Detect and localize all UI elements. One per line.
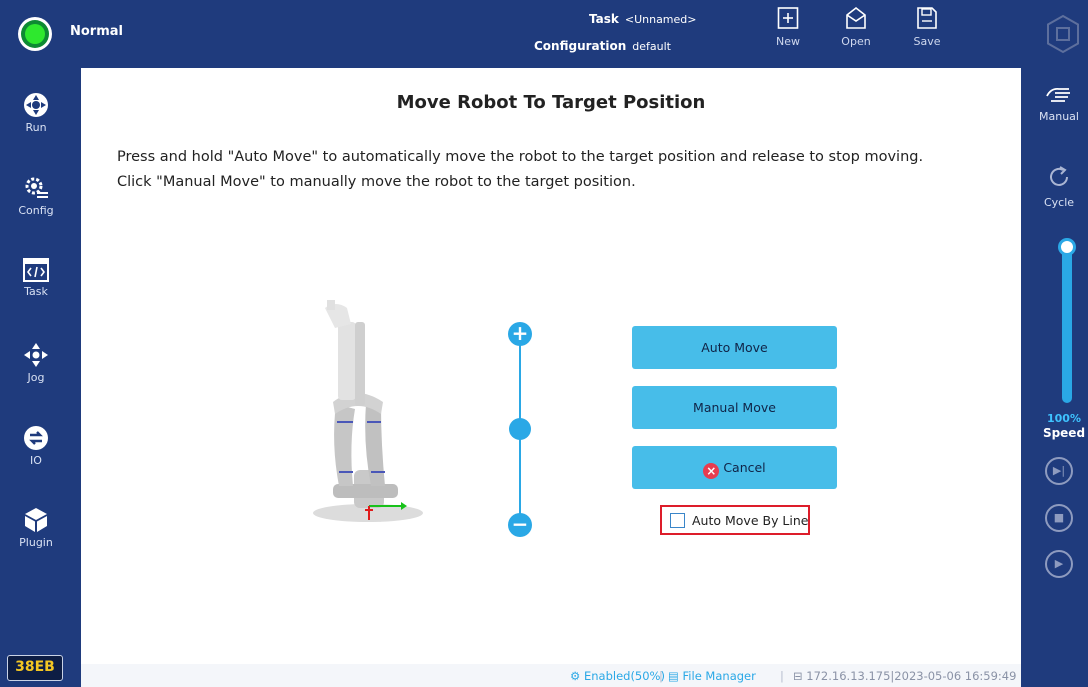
config-gear-icon	[25, 177, 48, 198]
slider-minus-button[interactable]: −	[508, 513, 532, 537]
file-manager-icon: ▤	[668, 669, 683, 683]
play-icon: ▶	[1054, 557, 1064, 570]
right-nav: Manual Cycle	[1030, 68, 1088, 687]
auto-move-button[interactable]: Auto Move	[632, 326, 837, 369]
slider-plus-button[interactable]: +	[508, 322, 532, 346]
nav-jog-label: Jog	[27, 371, 45, 384]
speed-slider-handle[interactable]	[1058, 238, 1076, 256]
nav-item-run[interactable]: Run	[0, 80, 72, 150]
stop-button[interactable]: ■	[1045, 504, 1073, 532]
status-bar: ⚙ Enabled(50%) | ▤ File Manager | ⊟ 172.…	[81, 664, 1021, 687]
cycle-icon	[1050, 166, 1068, 186]
top-bar: Normal Task <Unnamed> Configuration defaul…	[0, 0, 1088, 68]
network-info: ⊟ 172.16.13.175|2023-05-06 16:59:49	[793, 669, 1016, 683]
speed-slider-track[interactable]	[1062, 245, 1072, 403]
task-info: Task <Unnamed>	[589, 12, 697, 26]
network-icon: ⊟	[793, 669, 807, 683]
page-title: Move Robot To Target Position	[396, 92, 706, 113]
nav-plugin-label: Plugin	[19, 536, 53, 549]
left-nav: Run Config Task Jog IO Plugin 38EB	[0, 68, 72, 687]
main-panel: Move Robot To Target Position Press and …	[81, 68, 1021, 664]
task-code-icon	[23, 258, 49, 282]
step-button[interactable]: ▶|	[1045, 457, 1073, 485]
device-id-badge: 38EB	[7, 655, 63, 681]
instruction-auto-move: Press and hold "Auto Move" to automatica…	[117, 149, 924, 165]
save-label: Save	[913, 35, 941, 48]
play-button[interactable]: ▶	[1045, 550, 1073, 578]
ip-time-text: 172.16.13.175|2023-05-06 16:59:49	[806, 669, 1017, 683]
file-manager-link[interactable]: ▤ File Manager	[668, 669, 756, 683]
nav-io-label: IO	[30, 454, 42, 467]
nav-item-config[interactable]: Config	[0, 163, 72, 233]
step-icon: ▶|	[1052, 464, 1066, 477]
new-file-icon	[777, 7, 799, 29]
auto-move-by-line-option[interactable]: Auto Move By Line	[660, 505, 810, 535]
cancel-button[interactable]: × Cancel	[632, 446, 837, 489]
manual-hand-icon	[1046, 87, 1070, 102]
instruction-manual-move: Click "Manual Move" to manually move the…	[117, 174, 636, 190]
nav-item-plugin[interactable]: Plugin	[0, 495, 72, 565]
jog-slider-handle[interactable]	[509, 418, 531, 440]
plugin-cube-icon	[25, 508, 47, 532]
nav-item-jog[interactable]: Jog	[0, 330, 72, 400]
task-label: Task	[589, 12, 619, 26]
manual-label: Manual	[1039, 110, 1079, 123]
config-value: default	[632, 40, 671, 53]
stop-icon: ■	[1053, 511, 1065, 524]
cycle-mode-button[interactable]: Cycle	[1030, 164, 1088, 209]
enabled-text: Enabled(50%)	[583, 669, 665, 683]
nav-run-label: Run	[25, 121, 47, 134]
nav-task-label: Task	[24, 285, 48, 298]
robot-status-indicator[interactable]	[18, 17, 52, 51]
enabled-icon: ⚙	[570, 669, 584, 683]
save-button[interactable]: Save	[902, 6, 952, 64]
manual-mode-button[interactable]: Manual	[1030, 84, 1088, 123]
robot-arm-preview	[313, 300, 423, 522]
manual-move-button[interactable]: Manual Move	[632, 386, 837, 429]
file-manager-text: File Manager	[682, 669, 756, 683]
open-label: Open	[841, 35, 871, 48]
nav-item-io[interactable]: IO	[0, 413, 72, 483]
open-button[interactable]: Open	[831, 6, 881, 64]
speed-value: 100%	[1047, 412, 1081, 425]
task-value: <Unnamed>	[624, 13, 697, 26]
io-exchange-icon	[24, 426, 48, 450]
open-envelope-icon	[846, 6, 866, 29]
status-divider: |	[659, 669, 663, 683]
nav-config-label: Config	[18, 204, 54, 217]
config-label: Configuration	[534, 39, 627, 53]
status-divider: |	[780, 669, 784, 683]
auto-move-by-line-checkbox[interactable]	[670, 513, 685, 528]
auto-move-by-line-label: Auto Move By Line	[692, 513, 809, 528]
jog-arrows-icon	[24, 343, 48, 367]
brand-logo-icon	[1047, 14, 1079, 54]
cancel-x-icon: ×	[703, 463, 720, 479]
cycle-label: Cycle	[1043, 196, 1075, 209]
new-button[interactable]: New	[763, 6, 813, 64]
save-icon	[917, 7, 937, 29]
speed-label: Speed	[1042, 426, 1086, 440]
cancel-label: Cancel	[723, 460, 766, 475]
enabled-status[interactable]: ⚙ Enabled(50%)	[570, 669, 665, 683]
config-info: Configuration default	[534, 39, 671, 53]
mode-label: Normal	[70, 24, 123, 39]
nav-item-task[interactable]: Task	[0, 246, 72, 316]
new-label: New	[776, 35, 800, 48]
run-icon	[24, 93, 48, 117]
